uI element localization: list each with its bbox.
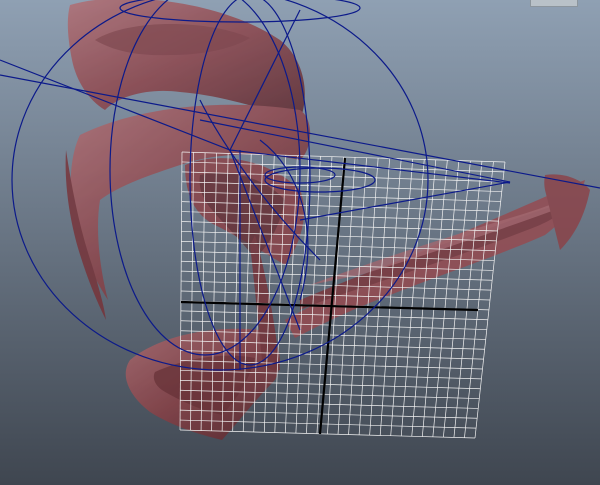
viewport-canvas[interactable]: [0, 0, 600, 485]
viewport-corner-chip[interactable]: [530, 0, 578, 7]
3d-viewport[interactable]: [0, 0, 600, 485]
